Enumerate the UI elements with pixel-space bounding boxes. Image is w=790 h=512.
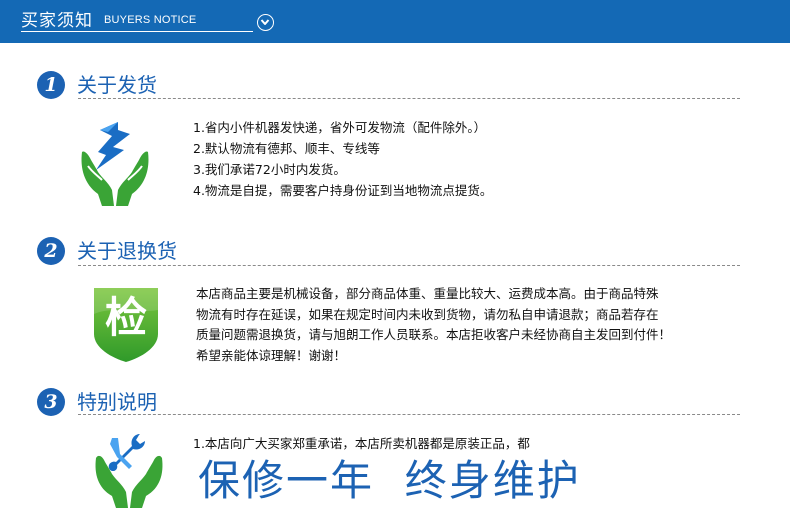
hands-wrench-icon: [92, 432, 166, 512]
section-3-list: 1.本店向广大买家郑重承诺，本店所卖机器都是原装正品，都: [193, 433, 530, 454]
section-1-title: 关于发货: [77, 73, 157, 97]
header-title-en: BUYERS NOTICE: [104, 14, 197, 26]
section-2-paragraph: 本店商品主要是机械设备，部分商品体重、重量比较大、运费成本高。由于商品特殊 物流…: [196, 284, 736, 366]
chevron-down-icon[interactable]: [257, 14, 274, 31]
section-3-divider: [78, 414, 740, 415]
inspection-shield-icon: 检: [92, 284, 160, 368]
list-item: 4.物流是自提，需要客户持身份证到当地物流点提货。: [193, 183, 493, 198]
hands-lightning-icon: [78, 118, 152, 214]
paragraph-line: 本店商品主要是机械设备，部分商品体重、重量比较大、运费成本高。由于商品特殊: [196, 286, 659, 301]
section-1-divider: [78, 98, 740, 99]
header-underline: [21, 31, 253, 32]
section-2-divider: [78, 265, 740, 266]
paragraph-line: 希望亲能体谅理解！谢谢！: [196, 347, 347, 363]
inspection-shield-text: 检: [104, 293, 147, 342]
list-item: 1.本店向广大买家郑重承诺，本店所卖机器都是原装正品，都: [193, 436, 530, 451]
header-title-cn: 买家须知: [21, 11, 93, 31]
section-2-number: 2: [37, 237, 65, 265]
paragraph-line: 质量问题需退换货，请与旭朗工作人员联系。本店拒收客户未经协商自主发回到付件！: [196, 327, 672, 342]
list-item: 2.默认物流有德邦、顺丰、专线等: [193, 141, 380, 156]
list-item: 3.我们承诺72小时内发货。: [193, 162, 346, 177]
warranty-slogan: 保修一年 终身维护: [198, 456, 581, 505]
section-1-number: 1: [37, 71, 65, 99]
section-3-title: 特别说明: [77, 390, 157, 414]
section-2-title: 关于退换货: [77, 239, 177, 263]
notice-header: 买家须知 BUYERS NOTICE: [0, 0, 790, 43]
list-item: 1.省内小件机器发快递，省外可发物流（配件除外。）: [193, 120, 487, 135]
section-1-list: 1.省内小件机器发快递，省外可发物流（配件除外。） 2.默认物流有德邦、顺丰、专…: [193, 117, 492, 201]
section-3-number: 3: [37, 388, 65, 416]
paragraph-line: 物流有时存在延误，如果在规定时间内未收到货物，请勿私自申请退款；商品若存在: [196, 306, 659, 322]
